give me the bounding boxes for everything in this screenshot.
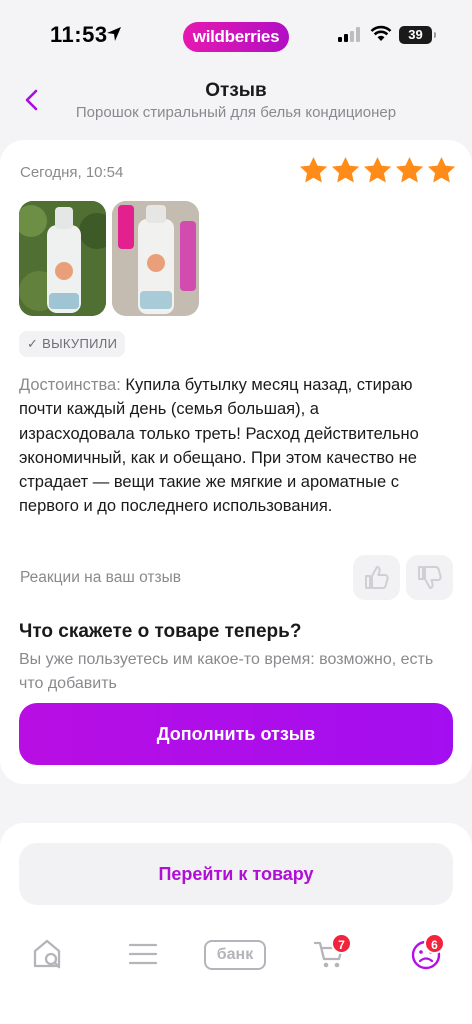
like-button[interactable] (353, 555, 400, 600)
star-icon (395, 156, 424, 183)
bottle-photo-icon (112, 201, 199, 316)
tab-bar (0, 920, 472, 1024)
review-photo-1[interactable] (19, 201, 106, 316)
add-to-review-button[interactable]: Дополнить отзыв (19, 703, 453, 765)
star-icon (363, 156, 392, 183)
thumbs-down-icon (418, 566, 442, 589)
update-prompt-title: Что скажете о товаре теперь? (19, 621, 302, 642)
review-text: Достоинства: Купила бутылку месяц назад,… (19, 373, 439, 519)
star-icon (299, 156, 328, 183)
cart-count-badge: 7 (331, 933, 352, 954)
thumbs-up-icon (365, 566, 389, 589)
page-subtitle: Порошок стиральный для белья кондиционер (75, 104, 397, 121)
bottle-photo-icon (19, 201, 106, 316)
profile-count-badge: 6 (424, 933, 445, 954)
battery-indicator: 39 (399, 26, 436, 44)
review-text-body: Купила бутылку месяц назад, стираю почти… (19, 376, 419, 516)
page-title: Отзыв (205, 80, 267, 101)
review-photo-2[interactable] (112, 201, 199, 316)
dislike-button[interactable] (406, 555, 453, 600)
star-icon (427, 156, 456, 183)
location-arrow-icon (107, 27, 121, 41)
tab-menu-icon[interactable] (126, 937, 160, 971)
go-to-product-button[interactable]: Перейти к товару (19, 843, 453, 905)
brand-logo: wildberries (183, 22, 289, 52)
review-text-label: Достоинства: (19, 376, 121, 394)
review-date: Сегодня, 10:54 (20, 164, 124, 181)
update-prompt-text: Вы уже пользуетесь им какое-то время: во… (19, 651, 434, 692)
reactions-label: Реакции на ваш отзыв (20, 569, 181, 586)
tab-bank[interactable]: банк (204, 940, 266, 970)
star-icon (331, 156, 360, 183)
status-time: 11:53 (50, 22, 108, 47)
tab-home-search-icon[interactable] (31, 937, 65, 971)
wifi-icon (370, 25, 392, 41)
cellular-signal-icon (338, 27, 360, 42)
rating-stars (298, 155, 457, 186)
bought-badge: ✓ ВЫКУПИЛИ (19, 331, 126, 357)
